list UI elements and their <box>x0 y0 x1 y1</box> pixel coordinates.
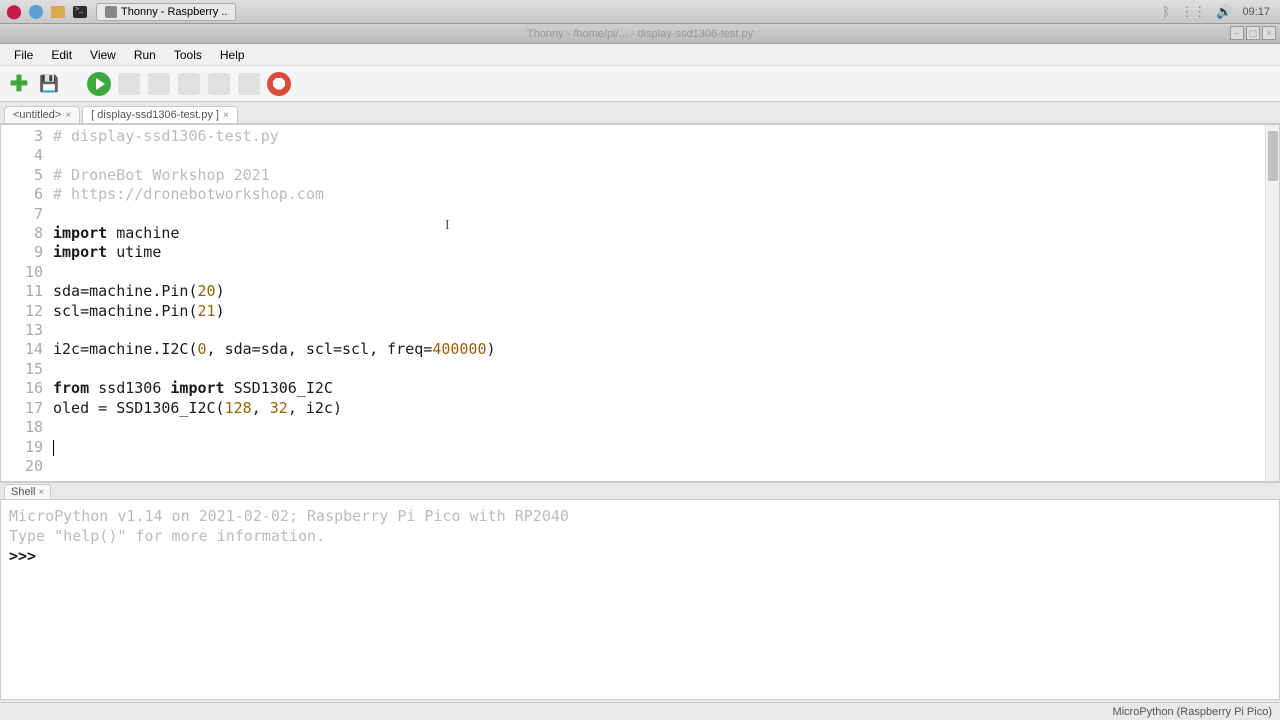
step-over-button <box>146 71 172 97</box>
stop-button[interactable] <box>266 71 292 97</box>
menu-file[interactable]: File <box>6 46 41 64</box>
menu-help[interactable]: Help <box>212 46 253 64</box>
terminal-icon[interactable] <box>70 2 90 22</box>
menu-view[interactable]: View <box>82 46 124 64</box>
backend-indicator[interactable]: MicroPython (Raspberry Pi Pico) <box>1112 706 1272 718</box>
taskbar-app-thonny[interactable]: Thonny - Raspberry .. <box>96 3 236 21</box>
shell-tabs: Shell × <box>0 482 1280 500</box>
tab-file[interactable]: [ display-ssd1306-test.py ] × <box>82 106 238 123</box>
editor-scrollbar[interactable] <box>1265 125 1279 481</box>
menu-run[interactable]: Run <box>126 46 164 64</box>
tab-close-icon[interactable]: × <box>39 487 45 498</box>
shell-tab[interactable]: Shell × <box>4 484 51 499</box>
shell[interactable]: MicroPython v1.14 on 2021-02-02; Raspber… <box>0 500 1280 700</box>
tab-untitled[interactable]: <untitled> × <box>4 106 80 123</box>
tab-label: <untitled> <box>13 109 61 121</box>
step-into-button <box>176 71 202 97</box>
tab-close-icon[interactable]: × <box>65 110 71 121</box>
menu-tools[interactable]: Tools <box>166 46 210 64</box>
minimize-button[interactable]: – <box>1230 26 1244 40</box>
run-button[interactable] <box>86 71 112 97</box>
close-button[interactable]: × <box>1262 26 1276 40</box>
shell-banner-line: MicroPython v1.14 on 2021-02-02; Raspber… <box>9 506 1271 526</box>
save-button[interactable]: 💾 <box>36 71 62 97</box>
line-gutter: 34567891011121314151617181920 <box>1 125 49 481</box>
raspberry-menu-icon[interactable]: ⬤ <box>4 2 24 22</box>
system-tray: ᛒ ⋮⋮ 🔊 09:17 <box>1162 4 1280 20</box>
statusbar: MicroPython (Raspberry Pi Pico) <box>0 702 1280 720</box>
shell-tab-label: Shell <box>11 486 35 498</box>
taskbar-app-label: Thonny - Raspberry .. <box>121 6 227 18</box>
new-file-button[interactable]: ✚ <box>6 71 32 97</box>
debug-button <box>116 71 142 97</box>
editor-tabs: <untitled> × [ display-ssd1306-test.py ]… <box>0 102 1280 124</box>
volume-icon[interactable]: 🔊 <box>1216 4 1232 20</box>
taskbar-launchers: ⬤ Thonny - Raspberry .. <box>0 2 236 22</box>
resume-button <box>236 71 262 97</box>
text-cursor-icon <box>445 217 446 233</box>
system-taskbar: ⬤ Thonny - Raspberry .. ᛒ ⋮⋮ 🔊 09:17 <box>0 0 1280 24</box>
tab-close-icon[interactable]: × <box>223 110 229 121</box>
file-manager-icon[interactable] <box>48 2 68 22</box>
maximize-button[interactable]: ▢ <box>1246 26 1260 40</box>
window-controls: – ▢ × <box>1230 26 1276 40</box>
tab-label: [ display-ssd1306-test.py ] <box>91 109 219 121</box>
menu-edit[interactable]: Edit <box>43 46 80 64</box>
window-title: Thonny - /home/pi/... - display-ssd1306-… <box>527 28 753 40</box>
browser-icon[interactable] <box>26 2 46 22</box>
menubar: File Edit View Run Tools Help <box>0 44 1280 66</box>
code-content[interactable]: # display-ssd1306-test.py # DroneBot Wor… <box>49 125 1265 481</box>
thonny-icon <box>105 6 117 18</box>
wifi-icon[interactable]: ⋮⋮ <box>1180 4 1206 20</box>
shell-banner-line: Type "help()" for more information. <box>9 526 1271 546</box>
bluetooth-icon[interactable]: ᛒ <box>1162 4 1170 19</box>
code-editor[interactable]: 34567891011121314151617181920 # display-… <box>0 124 1280 482</box>
step-out-button <box>206 71 232 97</box>
clock[interactable]: 09:17 <box>1242 6 1270 18</box>
scrollbar-thumb[interactable] <box>1268 131 1278 181</box>
toolbar: ✚ 💾 <box>0 66 1280 102</box>
window-titlebar: Thonny - /home/pi/... - display-ssd1306-… <box>0 24 1280 44</box>
shell-prompt: >>> <box>9 547 36 565</box>
